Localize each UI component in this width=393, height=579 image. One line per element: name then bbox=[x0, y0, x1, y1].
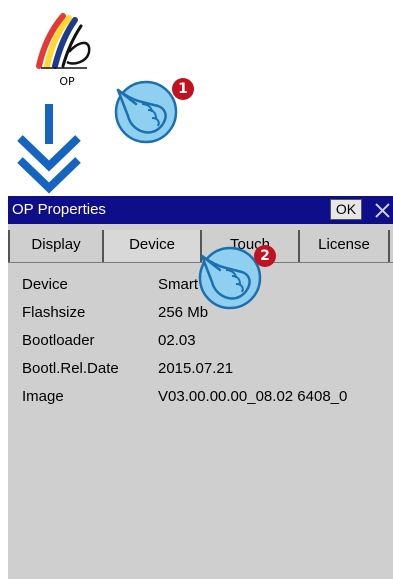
property-key: Bootloader bbox=[22, 332, 95, 349]
property-key: Bootl.Rel.Date bbox=[22, 360, 119, 377]
op-desktop-icon[interactable]: OP bbox=[31, 8, 103, 92]
window-title: OP Properties bbox=[12, 201, 106, 218]
pointing-hand-icon bbox=[112, 70, 182, 154]
property-key: Device bbox=[22, 276, 68, 293]
property-key: Image bbox=[22, 388, 64, 405]
property-key: Flashsize bbox=[22, 304, 86, 321]
property-value: 02.03 bbox=[158, 332, 196, 349]
op-properties-icon bbox=[36, 13, 91, 69]
step-badge-1: 1 bbox=[172, 78, 194, 100]
step-badge-2: 2 bbox=[254, 245, 276, 267]
property-value: 2015.07.21 bbox=[158, 360, 234, 377]
property-value: V03.00.00.00_08.02 6408_0 bbox=[158, 388, 348, 405]
chevron-down-icon bbox=[17, 104, 81, 194]
title-bar: OP Properties OK bbox=[8, 196, 393, 224]
tab-display[interactable]: Display bbox=[8, 230, 104, 262]
ok-button[interactable]: OK bbox=[330, 199, 362, 220]
op-icon-label: OP bbox=[59, 75, 75, 88]
tab-device[interactable]: Device bbox=[104, 230, 202, 262]
tab-license[interactable]: License bbox=[300, 230, 390, 262]
close-icon[interactable] bbox=[372, 200, 393, 221]
